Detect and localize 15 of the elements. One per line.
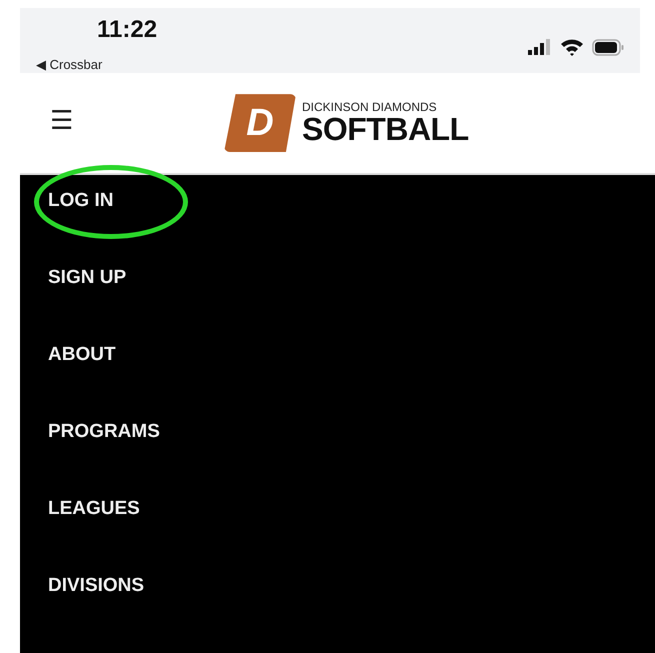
status-time: 11:22 bbox=[97, 18, 158, 42]
signal-icon bbox=[528, 39, 552, 55]
menu-link[interactable]: SIGN UP bbox=[48, 267, 126, 288]
menu-link[interactable]: LOG IN bbox=[48, 190, 114, 211]
menu-link[interactable]: DIVISIONS bbox=[48, 575, 144, 596]
wifi-icon bbox=[560, 38, 584, 56]
menu-icon[interactable]: ☰ bbox=[50, 107, 73, 134]
menu-link[interactable]: PROGRAMS bbox=[48, 421, 160, 442]
battery-icon bbox=[592, 38, 624, 56]
menu-link[interactable]: ABOUT bbox=[48, 344, 116, 365]
logo-mark: D bbox=[224, 94, 296, 152]
logo-title: SOFTBALL bbox=[302, 113, 469, 146]
back-link[interactable]: ◀ Crossbar bbox=[36, 58, 102, 71]
logo-subtitle: DICKINSON DIAMONDS bbox=[302, 101, 438, 114]
menu-link[interactable]: LEAGUES bbox=[48, 498, 140, 519]
